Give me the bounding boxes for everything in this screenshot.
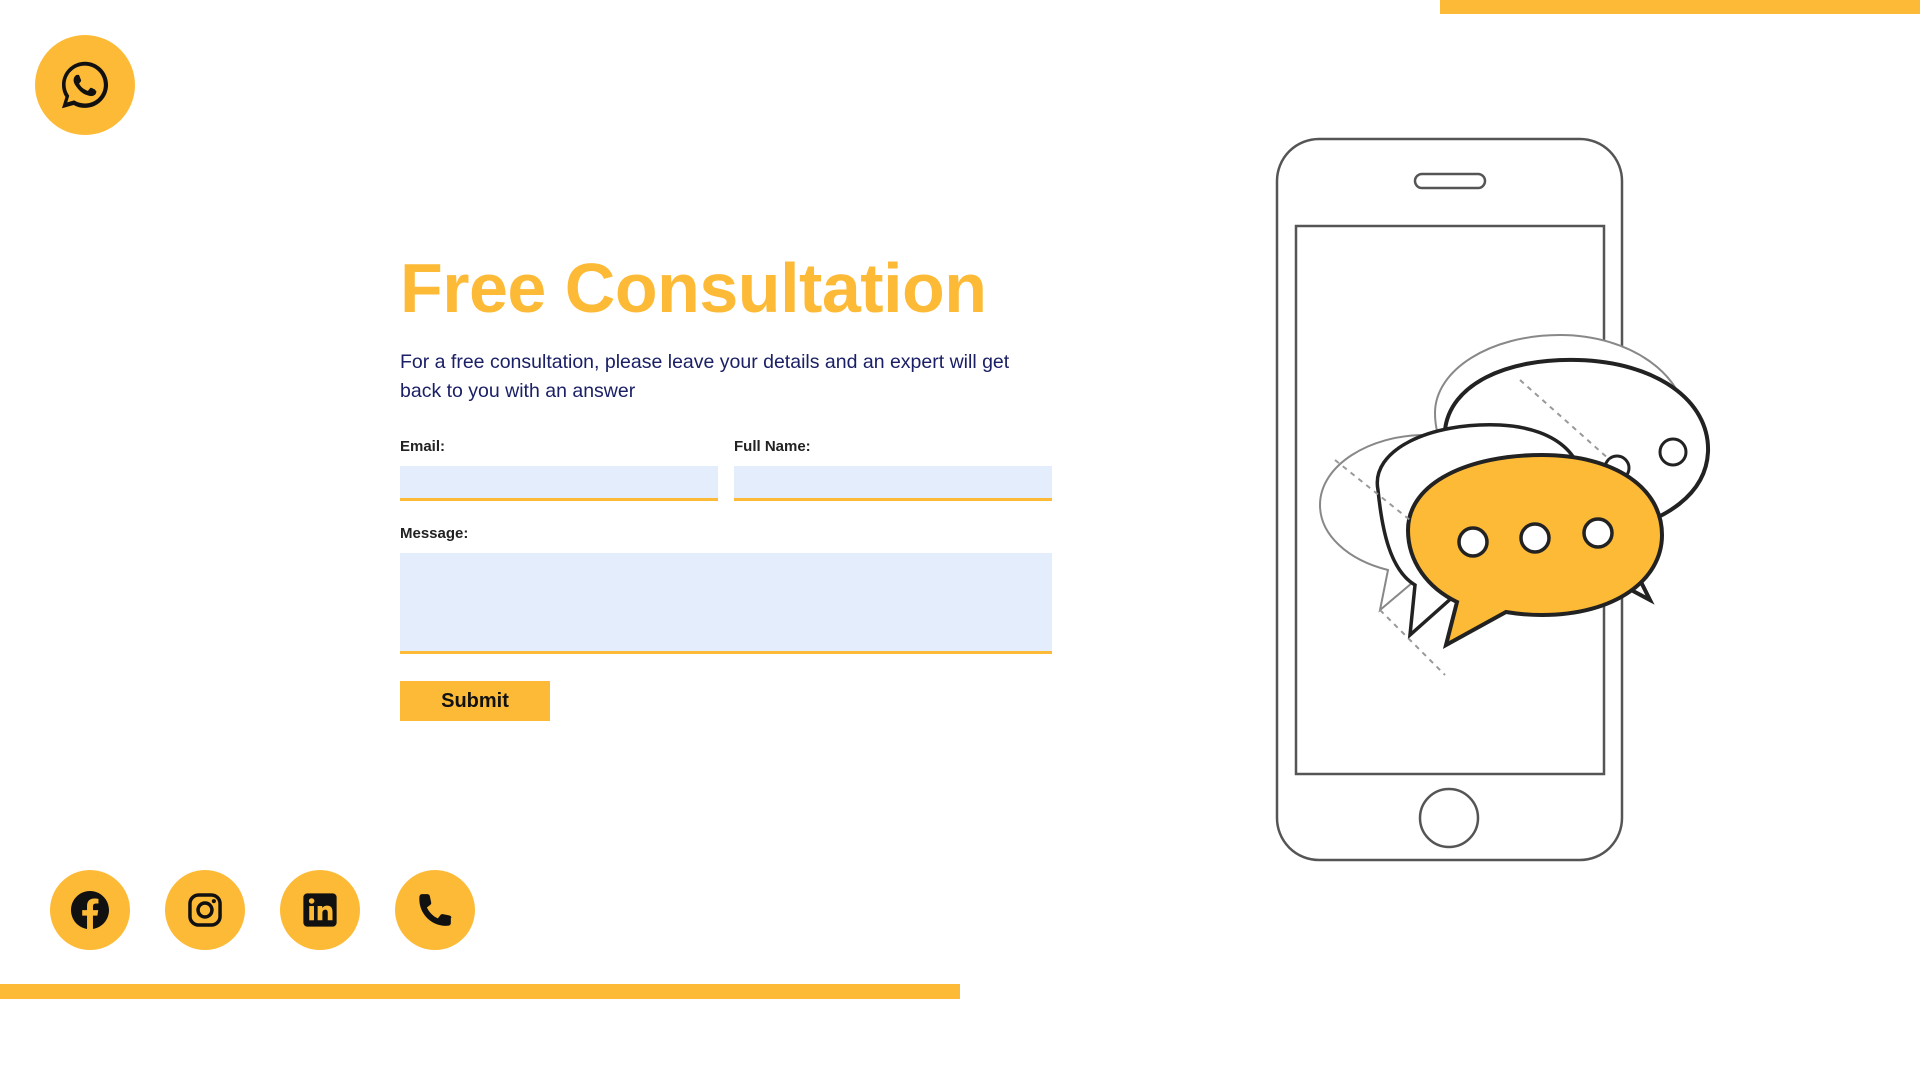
- full-name-label: Full Name:: [734, 438, 811, 455]
- whatsapp-button[interactable]: [35, 35, 135, 135]
- email-field[interactable]: [400, 466, 718, 501]
- consultation-form: Email: Full Name: Message: Submit: [400, 438, 1052, 721]
- bottom-accent-bar: [0, 984, 960, 999]
- page-title: Free Consultation: [400, 249, 987, 327]
- phone-link[interactable]: [395, 870, 475, 950]
- consultation-section: Free Consultation For a free consultatio…: [400, 248, 1052, 721]
- message-field[interactable]: [400, 553, 1052, 654]
- message-group: Message:: [400, 525, 1052, 654]
- whatsapp-icon: [61, 61, 109, 109]
- page: Free Consultation For a free consultatio…: [0, 0, 1920, 1080]
- social-links: [50, 870, 475, 950]
- page-description: For a free consultation, please leave yo…: [400, 351, 1010, 402]
- instagram-link[interactable]: [165, 870, 245, 950]
- message-label: Message:: [400, 525, 469, 542]
- full-name-group: Full Name:: [734, 438, 1052, 501]
- phone-chat-illustration: [1275, 137, 1711, 862]
- form-row-contact: Email: Full Name:: [400, 438, 1052, 501]
- instagram-icon: [188, 893, 222, 927]
- form-row-message: Message:: [400, 525, 1052, 654]
- phone-icon: [419, 894, 452, 926]
- email-label: Email:: [400, 438, 446, 455]
- submit-button[interactable]: Submit: [400, 681, 550, 721]
- linkedin-link[interactable]: [280, 870, 360, 950]
- linkedin-icon: [303, 893, 337, 927]
- facebook-icon: [71, 891, 109, 929]
- facebook-link[interactable]: [50, 870, 130, 950]
- full-name-field[interactable]: [734, 466, 1052, 501]
- top-accent-bar: [1440, 0, 1920, 14]
- email-group: Email:: [400, 438, 718, 501]
